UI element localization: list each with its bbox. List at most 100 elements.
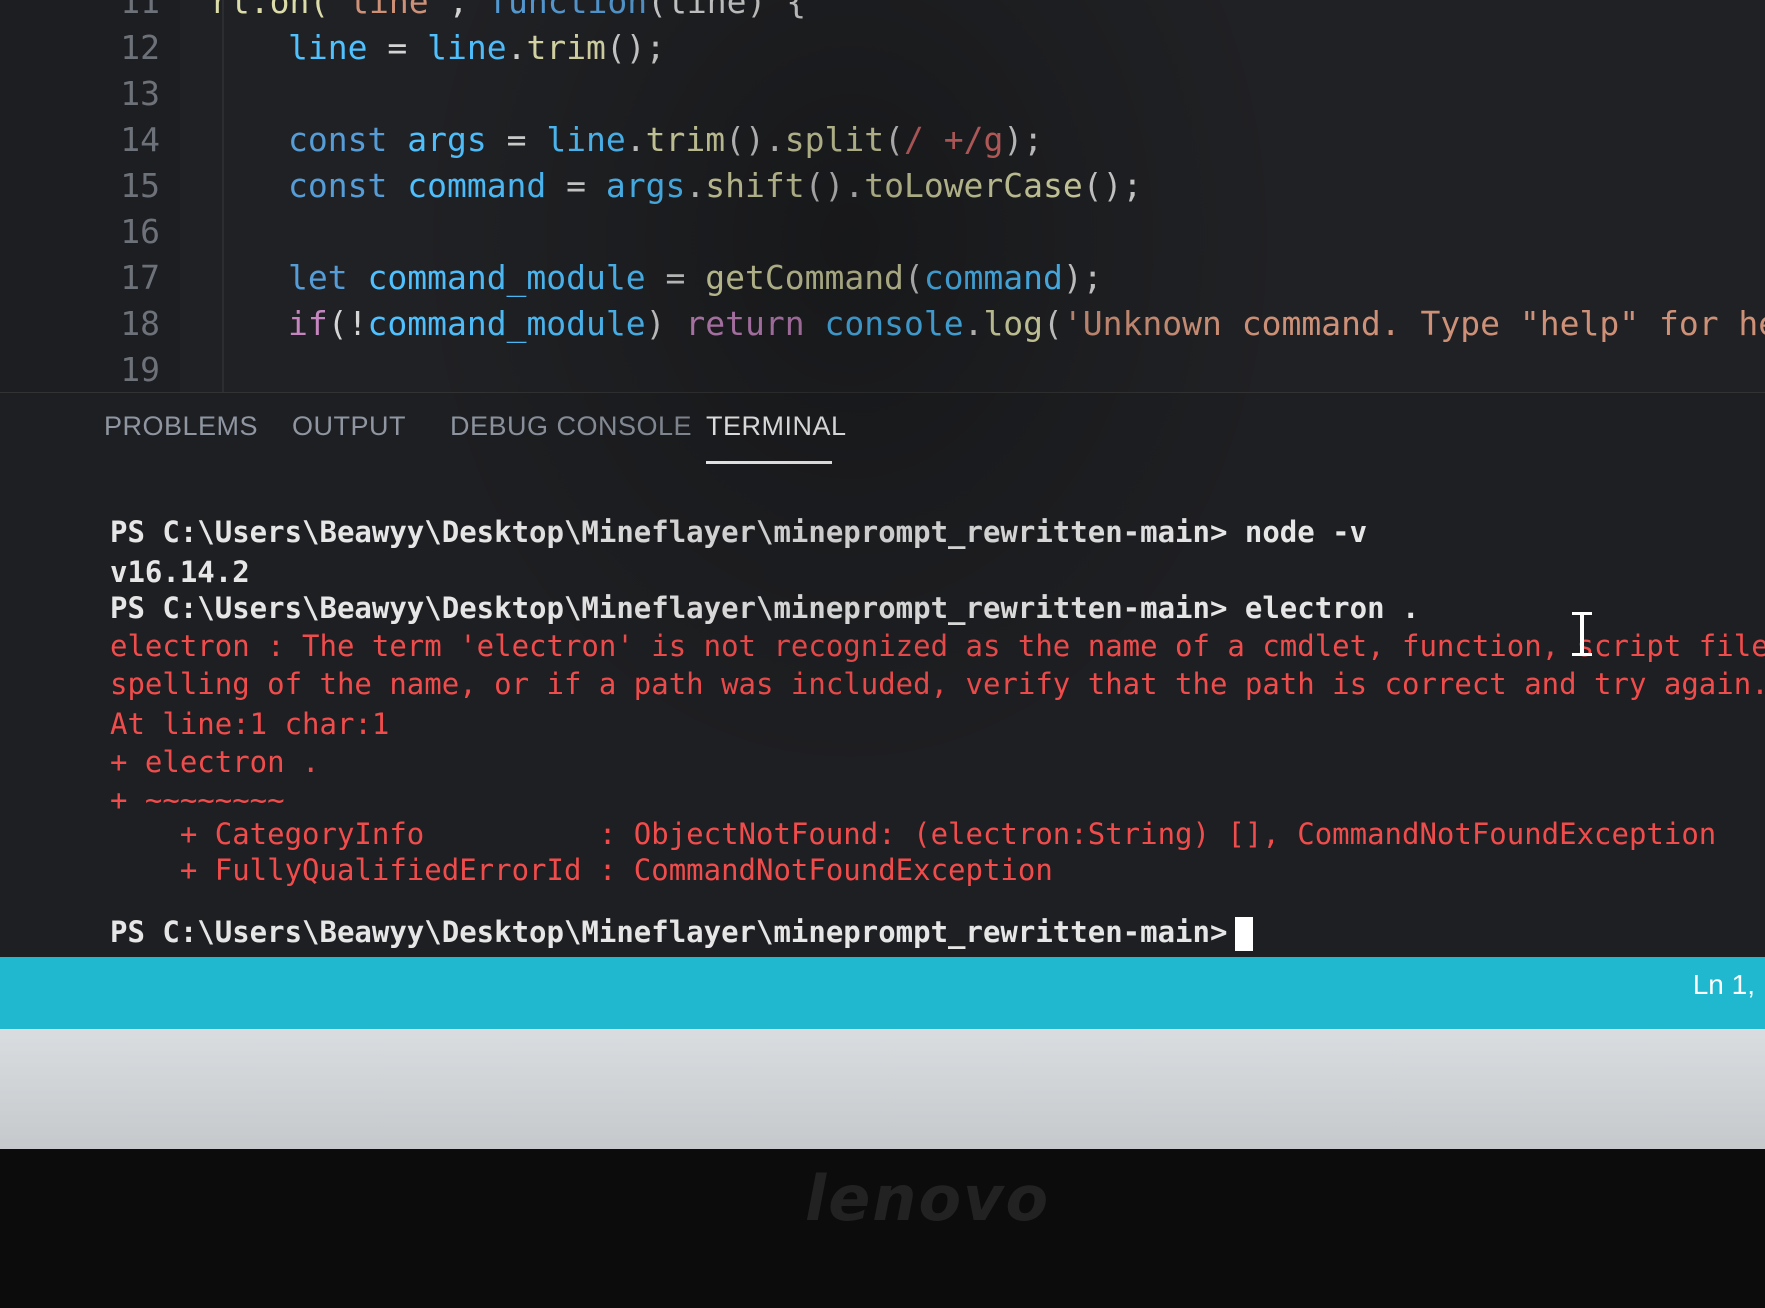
code-token: 'Unknown command. Type "help" for help.' — [1062, 304, 1765, 343]
code-text: const command = args.shift().toLowerCase… — [288, 164, 1142, 208]
code-token: (). — [804, 166, 865, 205]
code-token: getCommand — [705, 258, 904, 297]
code-token: = — [367, 28, 428, 67]
code-token: console — [824, 304, 964, 343]
line-number: 16 — [120, 212, 160, 251]
code-token: . — [685, 166, 706, 205]
terminal-text: + ~~~~~~~~ — [110, 783, 285, 817]
code-token: 'line' — [329, 0, 449, 21]
code-token: ); — [1003, 120, 1044, 159]
terminal-text: + CategoryInfo : ObjectNotFound: (electr… — [110, 817, 1717, 851]
terminal-text: PS C:\Users\Beawyy\Desktop\Mineflayer\mi… — [110, 915, 1228, 949]
code-line[interactable]: 14 const args = line.trim().split(/ +/g); — [0, 118, 1765, 162]
code-line[interactable]: 18 if(!command_module) return console.log… — [0, 302, 1765, 346]
code-line[interactable]: 15 const command = args.shift().toLowerCa… — [0, 164, 1765, 208]
terminal-text: At line:1 char:1 — [110, 707, 390, 741]
terminal-text: + electron . — [110, 745, 320, 779]
code-token: command — [407, 166, 547, 205]
code-token: (). — [725, 120, 785, 159]
code-token: . — [625, 120, 646, 159]
code-token: line — [288, 28, 368, 67]
code-token: (! — [327, 304, 368, 343]
terminal-error-line: + FullyQualifiedErrorId : CommandNotFoun… — [110, 851, 1053, 889]
terminal-error-line: + ~~~~~~~~ — [110, 781, 285, 819]
code-text: rl.on('line', function(line) { — [210, 0, 806, 24]
terminal-text: PS C:\Users\Beawyy\Desktop\Mineflayer\mi… — [110, 515, 1368, 549]
cursor-position[interactable]: Ln 1, — [1693, 969, 1755, 1001]
code-token: = — [645, 258, 706, 297]
code-token: split — [784, 120, 885, 159]
line-number: 15 — [120, 166, 160, 205]
code-token: ); — [1062, 258, 1103, 297]
code-token: = — [486, 120, 547, 159]
bottom-panel: PROBLEMS OUTPUT DEBUG CONSOLE TERMINAL P… — [0, 392, 1765, 958]
code-text: const args = line.trim().split(/ +/g); — [288, 118, 1043, 162]
line-number: 13 — [120, 74, 160, 113]
code-line[interactable]: 13 — [0, 72, 1765, 116]
terminal-line: v16.14.2 — [110, 553, 250, 591]
code-token: (); — [1082, 166, 1143, 205]
terminal-error-line: At line:1 char:1 — [110, 705, 389, 743]
code-token: args — [407, 120, 487, 159]
line-number: 17 — [120, 258, 160, 297]
code-text: let command_module = getCommand(command)… — [288, 256, 1103, 300]
terminal-error-line: + CategoryInfo : ObjectNotFound: (electr… — [110, 815, 1716, 853]
code-line[interactable]: 12 line = line.trim(); — [0, 26, 1765, 70]
code-token: = — [546, 166, 606, 205]
code-token: line — [427, 28, 507, 67]
code-token: ( — [903, 258, 924, 297]
code-text: if(!command_module) return console.log('… — [288, 302, 1765, 346]
brand-logo: lenovo — [805, 1162, 1051, 1235]
code-token: function — [488, 0, 648, 21]
terminal-line: PS C:\Users\Beawyy\Desktop\Mineflayer\mi… — [110, 913, 1254, 951]
terminal-text: PS C:\Users\Beawyy\Desktop\Mineflayer\mi… — [110, 591, 1420, 625]
code-editor[interactable]: 11 rl.on('line', function(line) { 12 line =… — [0, 0, 1765, 392]
code-token: toLowerCase — [864, 166, 1083, 205]
tab-problems[interactable]: PROBLEMS — [104, 411, 258, 442]
code-line[interactable]: 16 — [0, 210, 1765, 254]
status-bar: Ln 1, — [0, 957, 1765, 1029]
terminal-cursor — [1235, 917, 1254, 951]
code-token: if — [288, 304, 328, 343]
code-token: return — [685, 304, 825, 343]
line-number: 14 — [120, 120, 160, 159]
line-number: 19 — [120, 350, 160, 389]
active-tab-indicator — [706, 461, 832, 464]
terminal-text: spelling of the name, or if a path was i… — [110, 667, 1765, 701]
code-token: line — [546, 120, 626, 159]
code-line[interactable]: 19 — [0, 348, 1765, 392]
code-token: const — [288, 166, 408, 205]
line-number: 12 — [120, 28, 160, 67]
code-line[interactable]: 17 let command_module = getCommand(comman… — [0, 256, 1765, 300]
code-token: command_module — [367, 258, 646, 297]
terminal-error-line: + electron . — [110, 743, 320, 781]
tab-debug-console[interactable]: DEBUG CONSOLE — [450, 411, 692, 442]
code-token: (line) { — [647, 0, 807, 21]
code-token: rl.on( — [210, 0, 330, 21]
code-token: log — [983, 304, 1044, 343]
code-line[interactable]: 11 rl.on('line', function(line) { — [0, 0, 1765, 24]
line-number: 18 — [120, 304, 160, 343]
tab-output[interactable]: OUTPUT — [292, 411, 406, 442]
terminal-text: electron : The term 'electron' is not re… — [110, 629, 1765, 663]
code-token: args — [605, 166, 686, 205]
code-token: , — [448, 0, 489, 21]
code-token: . — [963, 304, 984, 343]
code-token: trim — [526, 28, 606, 67]
code-token: let — [288, 258, 368, 297]
terminal-line: PS C:\Users\Beawyy\Desktop\Mineflayer\mi… — [110, 513, 1367, 551]
code-text: line = line.trim(); — [288, 26, 666, 70]
code-token: / +/g — [903, 120, 1004, 159]
terminal-line: PS C:\Users\Beawyy\Desktop\Mineflayer\mi… — [110, 589, 1419, 627]
code-token: command — [923, 258, 1063, 297]
terminal-error-line: spelling of the name, or if a path was i… — [110, 665, 1765, 703]
code-token: ( — [1043, 304, 1063, 343]
terminal-error-line: electron : The term 'electron' is not re… — [110, 627, 1765, 665]
code-token: ( — [884, 120, 904, 159]
code-token: ) — [645, 304, 686, 343]
laptop-screen: 11 rl.on('line', function(line) { 12 line =… — [0, 0, 1765, 1149]
code-token: command_module — [367, 304, 646, 343]
terminal-text: + FullyQualifiedErrorId : CommandNotFoun… — [110, 853, 1053, 887]
code-token: shift — [705, 166, 805, 205]
tab-terminal[interactable]: TERMINAL — [706, 411, 847, 442]
